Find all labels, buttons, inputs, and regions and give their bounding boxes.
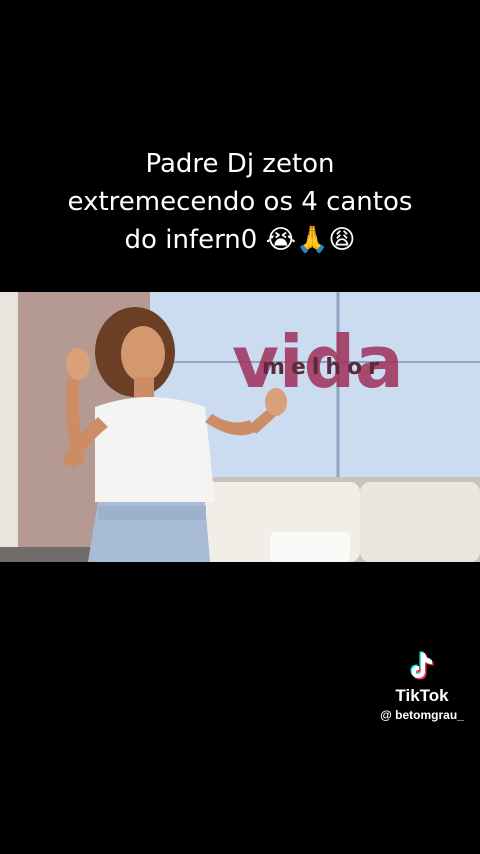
caption-line-2: extremecendo os 4 cantos [67,187,413,217]
video-frame[interactable]: vida melhor [0,292,480,562]
tiktok-watermark: TikTok @ betomgrau_ [372,648,472,722]
backdrop-subtitle: melhor [262,355,385,380]
video-caption: Padre Dj zeton extremecendo os 4 cantos … [0,145,480,259]
tiktok-brand: TikTok [395,686,449,705]
tiktok-logo-icon [410,651,434,680]
tv-studio-scene: vida melhor [0,292,480,562]
caption-line-3: do infern0 😭🙏😩 [124,225,356,255]
caption-line-1: Padre Dj zeton [145,149,335,179]
creator-handle[interactable]: @ betomgrau_ [372,708,472,722]
